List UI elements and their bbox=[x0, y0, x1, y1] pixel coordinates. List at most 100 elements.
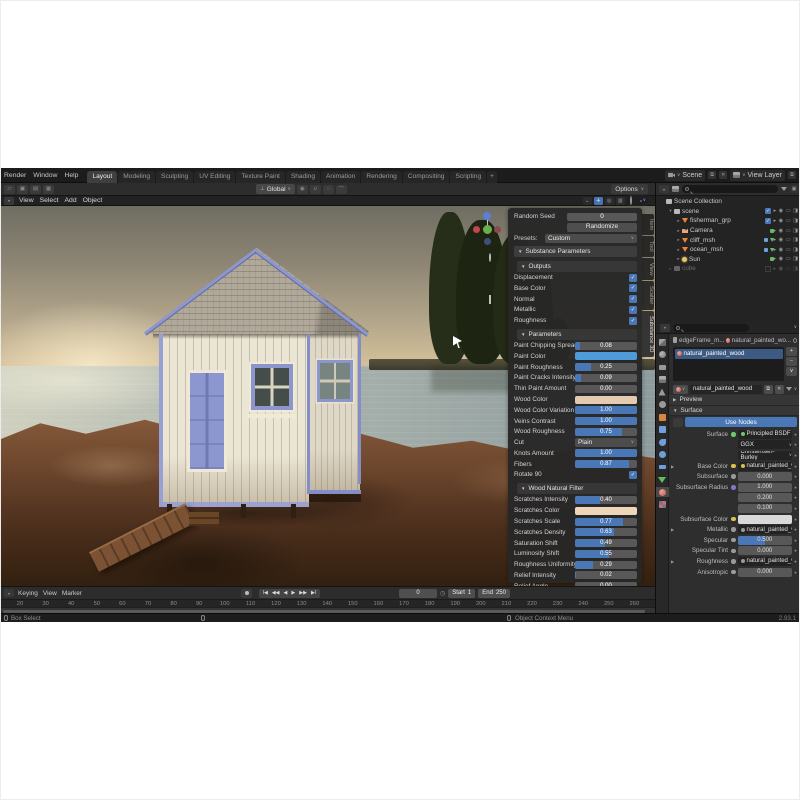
param-slider[interactable]: 0.00 bbox=[575, 385, 637, 393]
start-frame-field[interactable]: Start 1 bbox=[448, 589, 475, 598]
presets-dropdown[interactable]: Custom ∨ bbox=[545, 234, 637, 242]
transform-orientation-dropdown[interactable]: ⊥ Global ∨ bbox=[256, 184, 295, 194]
breadcrumb-object[interactable]: edgeFrame_m... bbox=[679, 337, 724, 344]
show-overlays-icon[interactable]: ◎ bbox=[605, 197, 614, 205]
disable-viewport-icon[interactable]: ▭ bbox=[786, 228, 791, 234]
outliner-row-ocean-msh[interactable]: ▸ocean_msh▸◉▭◨ bbox=[656, 245, 800, 255]
disable-render-icon[interactable]: ◨ bbox=[793, 247, 798, 253]
object-type-visibility-icon[interactable]: ⌄ bbox=[583, 197, 592, 205]
keyframe-dot[interactable]: ● bbox=[793, 442, 798, 447]
param-slider[interactable]: 0.49 bbox=[575, 539, 637, 547]
properties-tab-particles[interactable] bbox=[656, 437, 669, 447]
editor-type-dropdown[interactable]: ▾ bbox=[4, 589, 14, 597]
selectable-icon[interactable]: ▸ bbox=[774, 237, 777, 243]
checkbox[interactable]: ✓ bbox=[629, 471, 637, 479]
new-view-layer-button[interactable]: ⧉ bbox=[788, 171, 796, 179]
color-swatch[interactable] bbox=[738, 515, 793, 524]
random-seed-field[interactable]: 0 bbox=[567, 213, 637, 222]
collection-checkbox[interactable]: ✓ bbox=[765, 208, 771, 214]
keyframe-dot[interactable]: ● bbox=[793, 559, 798, 564]
viewport-canvas[interactable]: Random Seed 0 Randomize Presets: Custom … bbox=[1, 206, 655, 586]
timeline-ruler[interactable]: 2030405060708090100110120130140150160170… bbox=[1, 599, 655, 607]
grid-toggle-icon[interactable] bbox=[489, 296, 497, 304]
properties-tab-texture[interactable] bbox=[656, 500, 669, 510]
workspace-tab-rendering[interactable]: Rendering bbox=[361, 171, 401, 183]
editor-type-dropdown[interactable]: ▾ bbox=[659, 185, 669, 193]
snap-magnet-icon[interactable]: ∪ bbox=[310, 185, 321, 194]
current-frame-field[interactable]: 0 bbox=[399, 589, 437, 598]
disable-render-icon[interactable]: ◨ bbox=[793, 237, 798, 243]
property-value-field[interactable]: 1.000 bbox=[738, 483, 793, 492]
copy-material-button[interactable]: ⧉ bbox=[764, 385, 773, 394]
scene-selector[interactable]: ∨ Scene bbox=[665, 170, 705, 181]
workspace-tab-compositing[interactable]: Compositing bbox=[403, 171, 450, 183]
param-slider[interactable]: 1.00 bbox=[575, 449, 637, 457]
property-field[interactable]: natural_painted_wood_4 bbox=[738, 557, 793, 566]
new-scene-button[interactable]: ⧉ bbox=[708, 171, 716, 179]
keyframe-dot[interactable]: ● bbox=[793, 570, 798, 575]
param-slider[interactable]: 0.29 bbox=[575, 561, 637, 569]
next-keyframe-button[interactable]: ▶▶ bbox=[298, 591, 309, 596]
workspace-tab-sculpting[interactable]: Sculpting bbox=[156, 171, 193, 183]
workspace-tab-uv-editing[interactable]: UV Editing bbox=[194, 171, 235, 183]
workspace-tab-shading[interactable]: Shading bbox=[286, 171, 320, 183]
wooden-house[interactable] bbox=[141, 246, 373, 514]
viewport-menu-select[interactable]: Select bbox=[40, 197, 59, 204]
properties-tab-output[interactable] bbox=[656, 362, 669, 372]
param-dropdown[interactable]: Plain∨ bbox=[575, 438, 637, 446]
expand-icon[interactable]: ▸ bbox=[675, 218, 682, 224]
hide-eye-icon[interactable]: ◉ bbox=[779, 247, 784, 253]
material-slot-list[interactable]: natural_painted_wood bbox=[673, 347, 784, 381]
falloff-icon[interactable]: ⌒ bbox=[336, 185, 347, 194]
hide-eye-icon[interactable]: ◉ bbox=[779, 256, 784, 262]
axis-z-negative[interactable] bbox=[484, 238, 491, 245]
menu-help[interactable]: Help bbox=[64, 172, 78, 179]
color-swatch[interactable] bbox=[575, 396, 637, 404]
workspace-tab-animation[interactable]: Animation bbox=[321, 171, 360, 183]
surface-panel-header[interactable]: ▼ Surface bbox=[669, 406, 800, 417]
pivot-point-icon[interactable]: ◉ bbox=[297, 185, 308, 194]
selectable-icon[interactable]: ▸ bbox=[774, 208, 777, 214]
view-layer-selector[interactable]: ∨ View Layer bbox=[730, 170, 785, 181]
add-slot-button[interactable]: + bbox=[786, 347, 797, 356]
property-value-field[interactable]: 0.000 bbox=[738, 546, 793, 555]
mode-dropdown[interactable]: ▾ bbox=[4, 197, 14, 205]
disable-viewport-icon[interactable]: ▭ bbox=[786, 247, 791, 253]
properties-tab-material[interactable] bbox=[656, 487, 669, 497]
outliner-row-scene[interactable]: ▾scene✓▸◉▭◨ bbox=[656, 207, 800, 217]
timeline-menu-marker[interactable]: Marker bbox=[62, 590, 82, 597]
unlink-scene-button[interactable]: ✕ bbox=[719, 171, 727, 179]
filter-icon[interactable] bbox=[786, 387, 792, 391]
outliner-row-cliff-msh[interactable]: ▸cliff_msh▸◉▭◨ bbox=[656, 235, 800, 245]
section-substance-parameters[interactable]: ▼ Substance Parameters bbox=[514, 246, 637, 257]
workspace-tab-item[interactable]: + bbox=[487, 171, 497, 183]
property-field[interactable]: natural_painted_wood_4 bbox=[738, 525, 793, 534]
collection-checkbox[interactable]: ✓ bbox=[765, 218, 771, 224]
disable-viewport-icon[interactable]: ▭ bbox=[786, 208, 791, 214]
material-name-field[interactable]: natural_painted_wood bbox=[690, 385, 762, 394]
timeline-menu-view[interactable]: View bbox=[43, 590, 57, 597]
section-outputs[interactable]: ▼ Outputs bbox=[517, 261, 637, 272]
keyframe-dot[interactable]: ● bbox=[793, 474, 798, 479]
active-tool-icon[interactable]: ▱ bbox=[4, 185, 15, 194]
outliner-row-fisherman-grp[interactable]: ▸fisherman_grp✓▸◉▭◨ bbox=[656, 216, 800, 226]
shading-material-icon[interactable] bbox=[637, 200, 639, 202]
hide-eye-icon[interactable]: ◉ bbox=[779, 218, 784, 224]
workspace-tab-modeling[interactable]: Modeling bbox=[118, 171, 155, 183]
keyframe-dot[interactable]: ● bbox=[793, 506, 798, 511]
param-slider[interactable]: 0.25 bbox=[575, 363, 637, 371]
expand-icon[interactable]: ▸ bbox=[675, 228, 682, 234]
properties-tab-view-layer[interactable] bbox=[656, 375, 669, 385]
hide-eye-icon[interactable]: ◉ bbox=[779, 208, 784, 214]
filter-icon[interactable] bbox=[781, 187, 787, 191]
keyframe-dot[interactable]: ● bbox=[793, 432, 798, 437]
disable-render-icon[interactable]: ◨ bbox=[793, 208, 798, 214]
timeline-menu-keying[interactable]: Keying bbox=[18, 590, 38, 597]
shading-rendered-icon[interactable] bbox=[640, 200, 642, 202]
menu-window[interactable]: Window bbox=[33, 172, 57, 179]
sidebar-tab-scatter[interactable]: Scatter bbox=[642, 281, 654, 309]
sidebar-tab-tool[interactable]: Tool bbox=[642, 236, 654, 257]
properties-search-input[interactable] bbox=[673, 324, 749, 332]
properties-tab-render[interactable] bbox=[656, 350, 669, 360]
checkbox[interactable]: ✓ bbox=[629, 284, 637, 292]
